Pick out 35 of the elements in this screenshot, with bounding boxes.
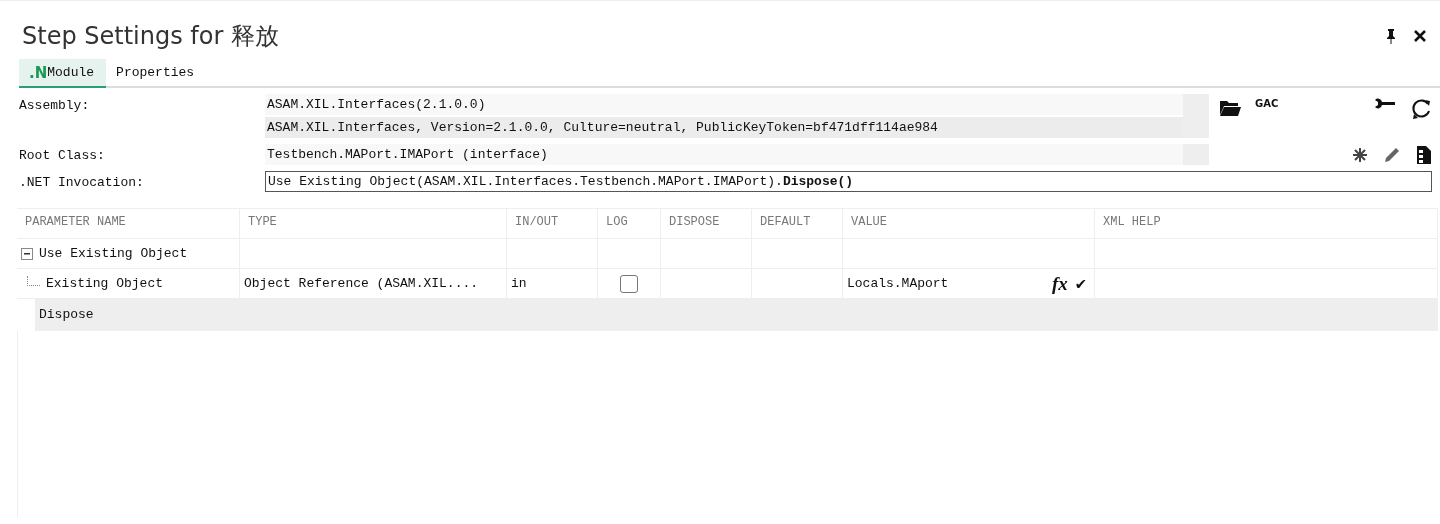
invocation-field[interactable]: Use Existing Object(ASAM.XIL.Interfaces.Testbench.MAPort.IMAPort).Dispose() (265, 171, 1432, 192)
column-header: TYPE (240, 209, 507, 239)
refresh-icon[interactable] (1410, 98, 1432, 120)
folder-icon[interactable] (1219, 98, 1241, 116)
value-text: Locals.MAport (847, 276, 949, 291)
asterisk-icon[interactable] (1352, 146, 1368, 163)
pin-icon[interactable] (1386, 28, 1396, 44)
column-header: DEFAULT (752, 209, 843, 239)
column-header: VALUE (843, 209, 1095, 239)
field-label: Root Class: (19, 147, 106, 165)
formula-button[interactable]: fx (1051, 272, 1068, 295)
column-header: XML HELP (1095, 209, 1438, 239)
tab[interactable]: .NModule (19, 59, 107, 88)
wrench-icon[interactable] (1374, 98, 1396, 110)
method-row[interactable]: Dispose (35, 299, 1438, 331)
collapse-icon[interactable] (21, 247, 33, 260)
field-label: Assembly: (19, 97, 91, 115)
column-header: IN/OUT (507, 209, 598, 239)
column-header: PARAMETER NAME (17, 209, 240, 239)
document-icon[interactable] (1416, 144, 1432, 165)
assembly-field[interactable]: ASAM.XIL.Interfaces(2.1.0.0) (265, 94, 1183, 115)
field-label: .NET Invocation: (19, 174, 145, 192)
gac-button[interactable]: GAC (1255, 98, 1279, 109)
close-icon[interactable] (1414, 30, 1426, 42)
parameter-name: Use Existing Object (39, 246, 188, 261)
log-checkbox[interactable] (620, 274, 638, 293)
tree-line (27, 276, 40, 286)
assembly-full-name: ASAM.XIL.Interfaces, Version=2.1.0.0, Culture=neutral, PublicKeyToken=bf471dff114ae984 (265, 117, 1183, 138)
column-header: DISPOSE (661, 209, 752, 239)
column-header: LOG (598, 209, 661, 239)
confirm-button[interactable]: ✔ (1075, 272, 1086, 295)
window-title: Step Settings for 释放 (22, 21, 280, 52)
root-class-field[interactable]: Testbench.MAPort.IMAPort (interface) (265, 144, 1183, 165)
tab[interactable]: Properties (106, 59, 207, 88)
parameter-name: Existing Object (46, 276, 164, 291)
